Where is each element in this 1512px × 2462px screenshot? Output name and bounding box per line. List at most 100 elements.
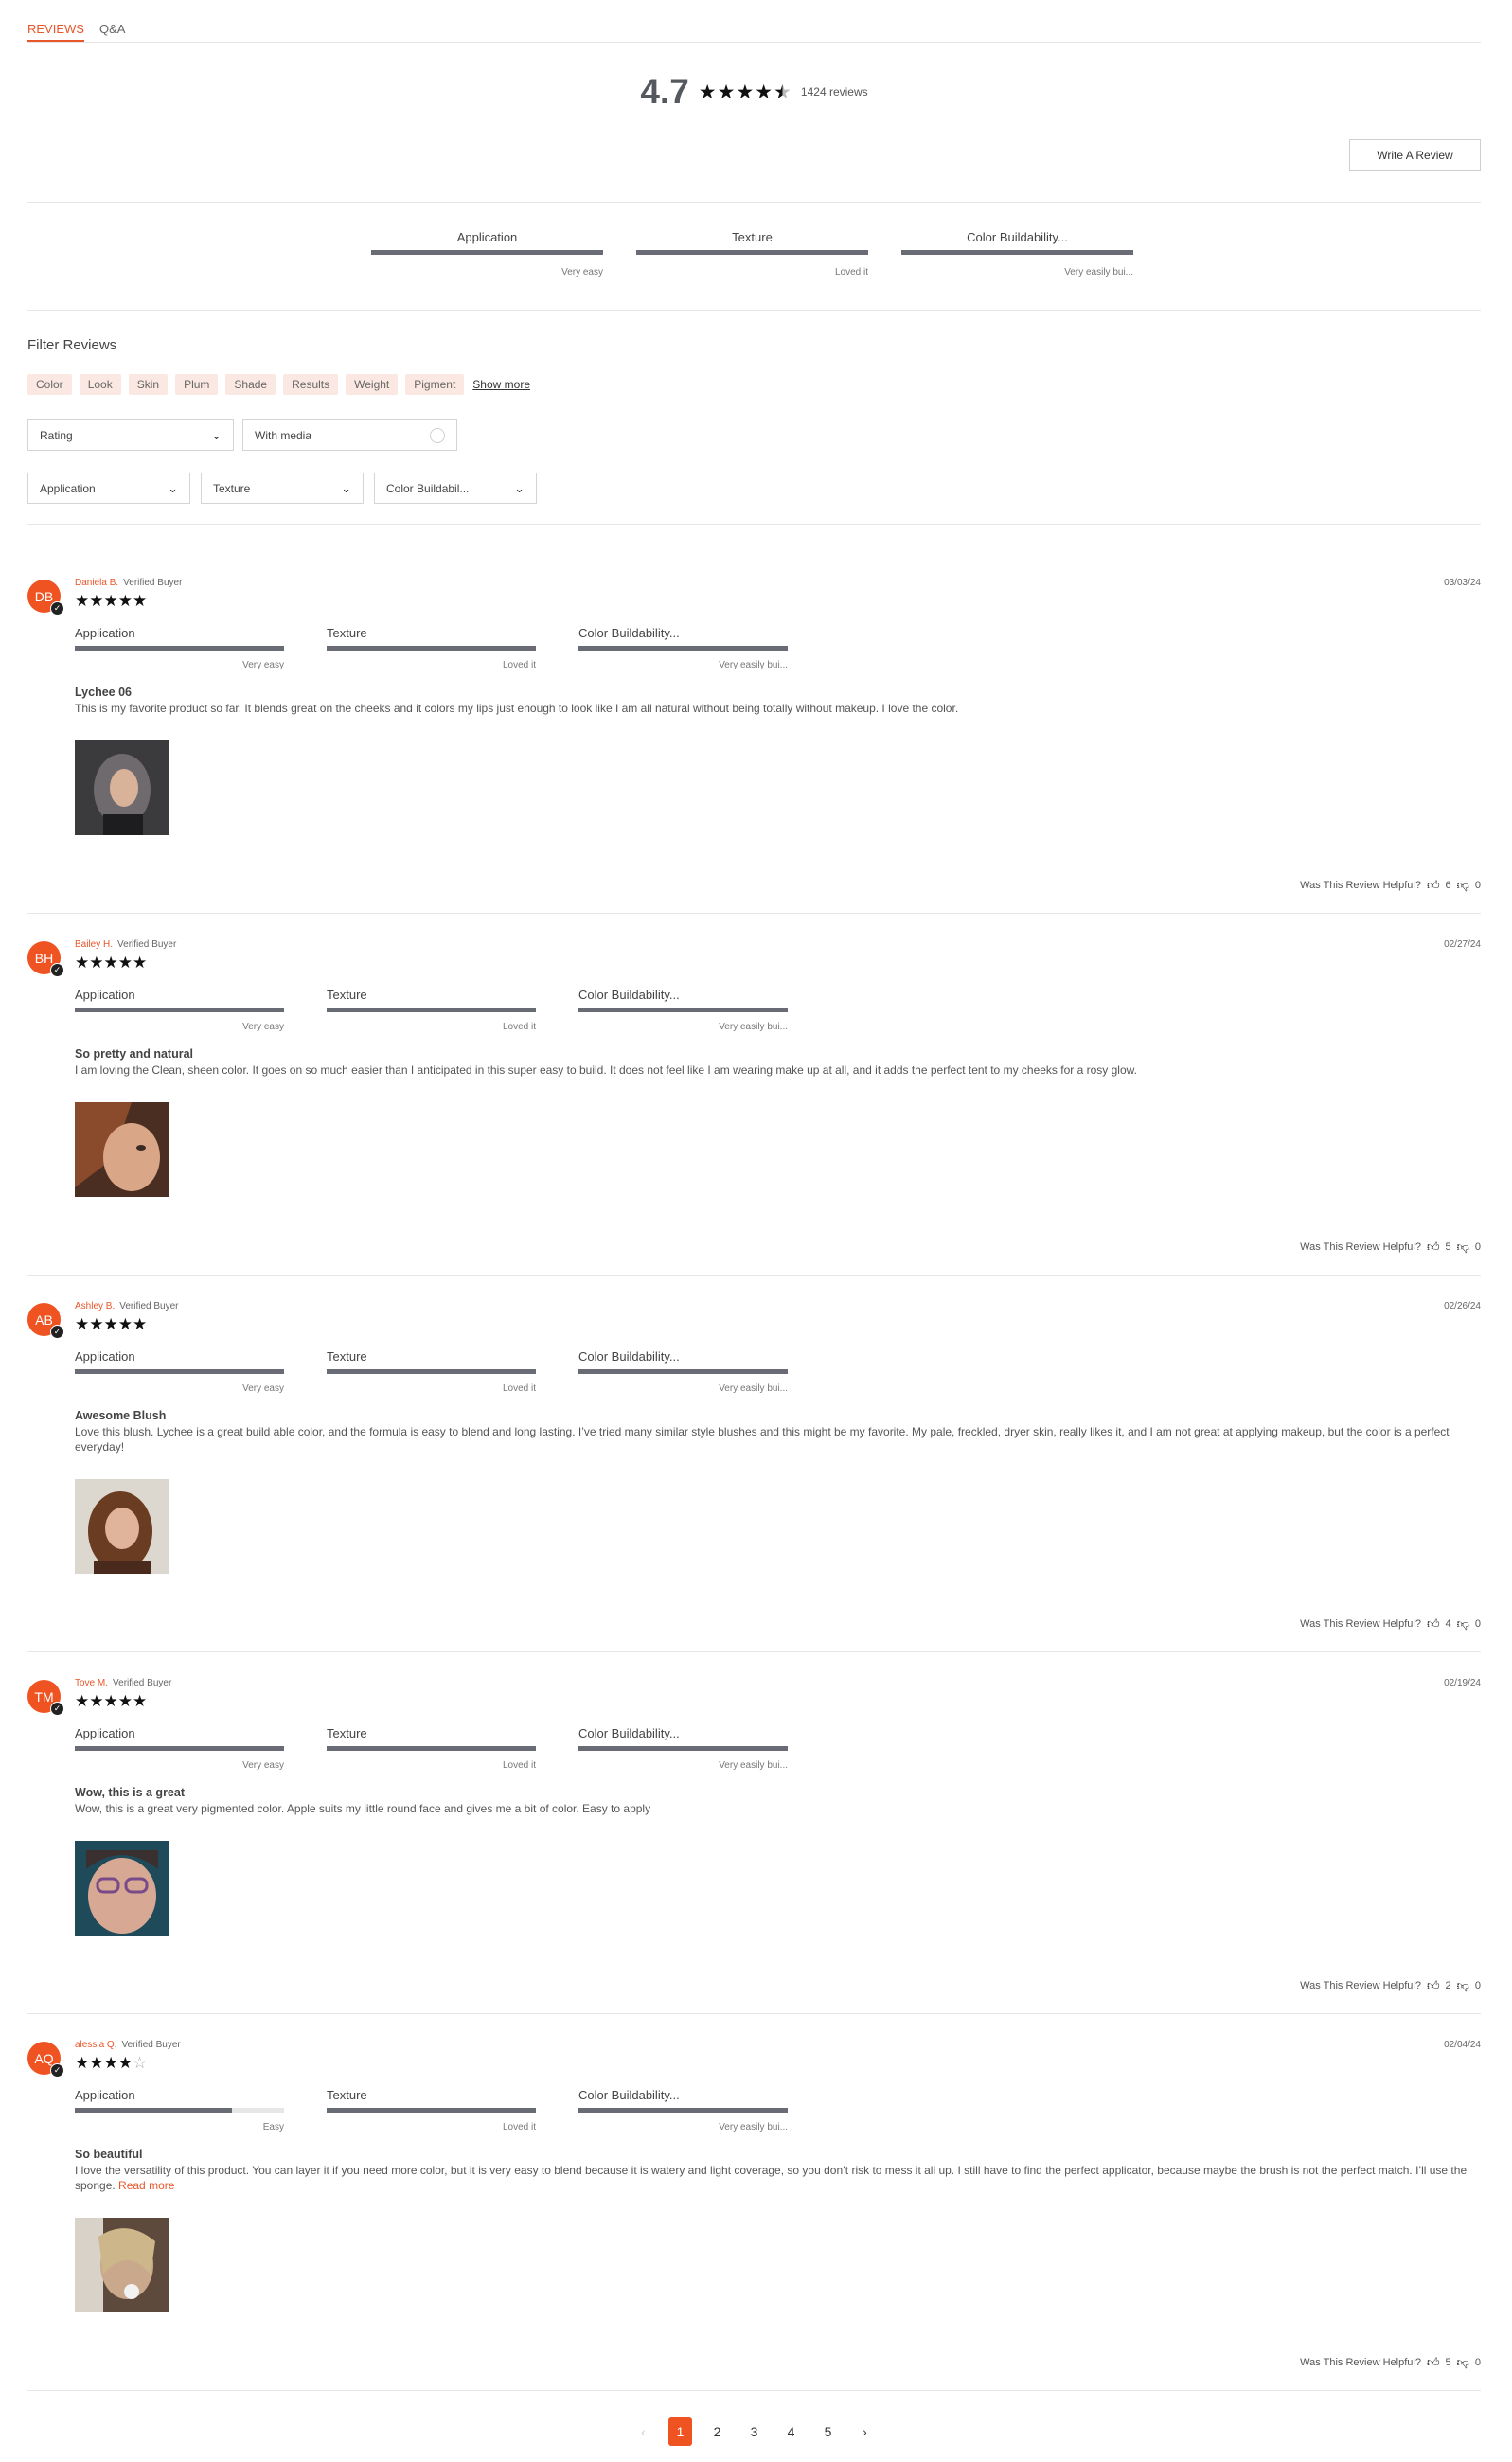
thumbs-up-icon[interactable]: 👍︎: [1427, 2355, 1440, 2370]
thumbs-down-icon[interactable]: 👎︎: [1457, 1240, 1469, 1255]
star-icon: ★: [133, 1692, 148, 1710]
thumbs-down-icon[interactable]: 👎︎: [1457, 878, 1469, 893]
summary-stars: ★ ★ ★ ★ ★: [699, 82, 792, 102]
thumbs-down-icon[interactable]: 👎︎: [1457, 2355, 1469, 2370]
filter-chip[interactable]: Pigment: [405, 374, 465, 395]
star-icon: ★: [736, 80, 755, 103]
review-photo[interactable]: [75, 2218, 169, 2312]
divider: [27, 913, 1481, 914]
review-photo[interactable]: [75, 1841, 169, 1936]
review-photo[interactable]: [75, 1479, 169, 1574]
helpful-down-count: 0: [1474, 1618, 1481, 1630]
filter-chip[interactable]: Color: [27, 374, 72, 395]
helpful-row: Was This Review Helpful? 👍︎ 5 👎︎ 0: [1300, 2355, 1481, 2370]
helpful-row: Was This Review Helpful? 👍︎ 5 👎︎ 0: [1300, 1240, 1481, 1255]
thumbs-up-icon[interactable]: 👍︎: [1427, 878, 1440, 893]
select-label: Texture: [213, 481, 251, 495]
thumbs-up-icon[interactable]: 👍︎: [1427, 1978, 1440, 1993]
verified-check-icon: ✓: [50, 1702, 64, 1716]
attribute-texture: Texture Loved it: [636, 230, 868, 277]
attribute-value: Very easy: [242, 1383, 284, 1394]
color-buildability-select[interactable]: Color Buildabil... ⌄: [374, 473, 537, 504]
read-more-link[interactable]: Read more: [118, 2179, 174, 2192]
star-icon: ★: [103, 954, 118, 972]
attribute-bar-fill: [578, 1746, 788, 1751]
attribute-summary: Application Very easy Texture Loved it C…: [371, 230, 1133, 277]
star-icon: ★: [133, 1315, 148, 1333]
verified-check-icon: ✓: [50, 601, 64, 616]
application-select[interactable]: Application ⌄: [27, 473, 190, 504]
attribute-value: Very easily bui...: [1064, 267, 1133, 277]
with-media-toggle[interactable]: With media: [242, 419, 457, 451]
attribute-bar-fill: [578, 646, 788, 651]
helpful-down-count: 0: [1474, 1241, 1481, 1253]
attribute-bar: [636, 250, 868, 255]
divider: [27, 202, 1481, 203]
prev-page-icon[interactable]: ‹: [631, 2417, 655, 2446]
star-icon: ★: [89, 1692, 104, 1710]
rating-select[interactable]: Rating ⌄: [27, 419, 234, 451]
review-photo[interactable]: [75, 1102, 169, 1197]
divider: [27, 2013, 1481, 2014]
reviewer-name: Daniela B. Verified Buyer: [75, 578, 182, 588]
attribute-value: Loved it: [502, 660, 536, 670]
attribute-bar-fill: [75, 1746, 284, 1751]
thumbs-up-icon[interactable]: 👍︎: [1427, 1616, 1440, 1632]
attribute-bar: [327, 1008, 536, 1012]
filter-chip[interactable]: Shade: [225, 374, 276, 395]
filter-chip[interactable]: Skin: [128, 374, 169, 395]
attribute-value: Very easily bui...: [719, 1383, 788, 1394]
attribute-bar: [327, 2108, 536, 2113]
attribute-label: Texture: [327, 1726, 367, 1740]
tab-reviews[interactable]: REVIEWS: [27, 22, 84, 42]
write-review-button[interactable]: Write A Review: [1349, 139, 1481, 171]
texture-select[interactable]: Texture ⌄: [201, 473, 364, 504]
next-page-icon[interactable]: ›: [853, 2417, 877, 2446]
star-icon: ★: [133, 954, 148, 972]
page-3[interactable]: 3: [742, 2417, 766, 2446]
review-photo[interactable]: [75, 740, 169, 835]
attribute-label: Application: [75, 1349, 135, 1364]
star-icon: ★: [75, 2054, 90, 2072]
page-5[interactable]: 5: [816, 2417, 840, 2446]
attribute-label: Color Buildability...: [578, 2088, 680, 2102]
review-stars: ★ ★ ★ ★ ★: [75, 593, 147, 609]
page-4[interactable]: 4: [779, 2417, 803, 2446]
filter-chip[interactable]: Weight: [346, 374, 399, 395]
thumbs-down-icon[interactable]: 👎︎: [1457, 1616, 1469, 1632]
attribute-bar: [327, 1746, 536, 1751]
attribute-bar-fill: [578, 1369, 788, 1374]
page-1[interactable]: 1: [668, 2417, 692, 2446]
attribute-label: Color Buildability...: [578, 988, 680, 1002]
attribute-label: Color Buildability...: [578, 1349, 680, 1364]
review-attribute: Texture Loved it: [327, 2088, 536, 2132]
review-body: Love this blush. Lychee is a great build…: [75, 1425, 1450, 1454]
attribute-value: Loved it: [502, 1383, 536, 1394]
thumbs-up-icon[interactable]: 👍︎: [1427, 1240, 1440, 1255]
tab-qa[interactable]: Q&A: [99, 22, 125, 42]
tab-bar: REVIEWS Q&A: [27, 0, 1481, 43]
helpful-down-count: 0: [1474, 2357, 1481, 2368]
attribute-value: Loved it: [502, 2122, 536, 2132]
filter-chip[interactable]: Plum: [175, 374, 219, 395]
filter-chip[interactable]: Results: [283, 374, 339, 395]
attribute-value: Very easily bui...: [719, 660, 788, 670]
pagination: ‹ 1 2 3 4 5 ›: [27, 2417, 1481, 2446]
attribute-bar: [578, 1746, 788, 1751]
star-icon: ★: [103, 1692, 118, 1710]
attribute-label: Application: [75, 2088, 135, 2102]
review-body: I am loving the Clean, sheen color. It g…: [75, 1063, 1137, 1077]
review-attribute: Texture Loved it: [327, 1349, 536, 1394]
review-attribute: Application Very easy: [75, 988, 284, 1032]
review-attribute: Application Easy: [75, 2088, 284, 2132]
chevron-down-icon: ⌄: [168, 480, 178, 495]
star-icon: ★: [133, 592, 148, 610]
review-attribute: Color Buildability... Very easily bui...: [578, 988, 788, 1032]
star-icon: ★: [103, 592, 118, 610]
thumbs-down-icon[interactable]: 👎︎: [1457, 1978, 1469, 1993]
show-more-link[interactable]: Show more: [472, 378, 530, 391]
page-2[interactable]: 2: [705, 2417, 729, 2446]
chevron-down-icon: ⌄: [211, 427, 222, 442]
with-media-label: With media: [255, 428, 312, 442]
filter-chip[interactable]: Look: [79, 374, 121, 395]
